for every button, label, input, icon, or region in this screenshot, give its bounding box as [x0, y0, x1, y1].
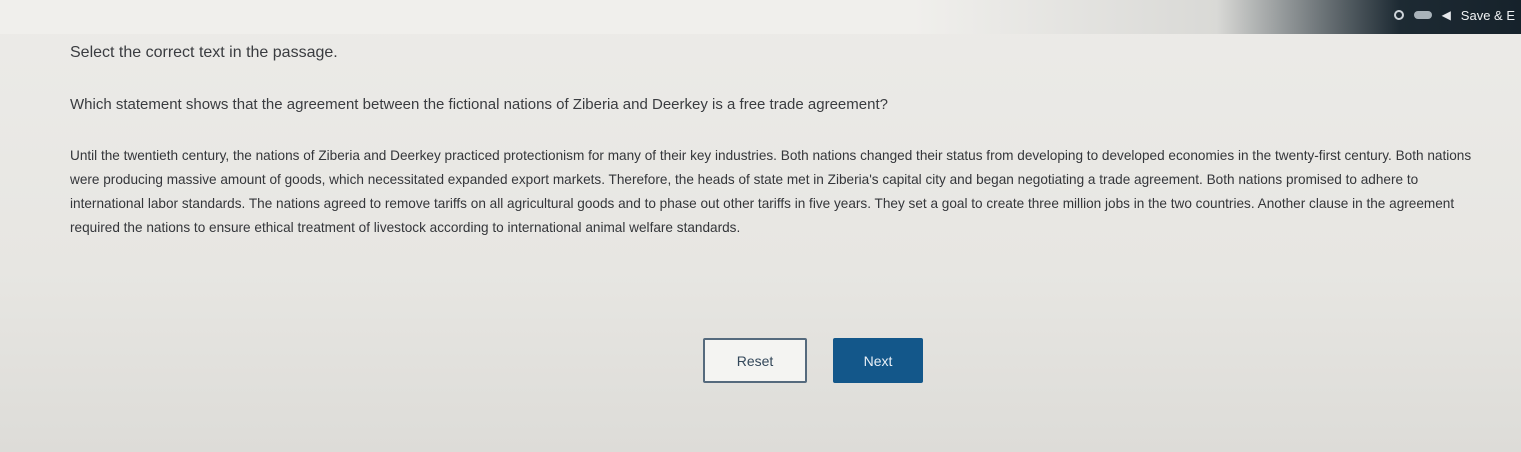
passage-sentence-4[interactable]: Therefore, the heads of state met in Zib…	[609, 172, 1203, 187]
instruction-text: Select the correct text in the passage.	[70, 44, 338, 61]
passage-sentence-2[interactable]: Both nations changed their status from d…	[781, 148, 1392, 163]
passage: Until the twentieth century, the nations…	[70, 144, 1490, 240]
next-button[interactable]: Next	[833, 338, 923, 383]
save-exit-button[interactable]: Save & E	[1461, 8, 1515, 23]
battery-icon	[1413, 11, 1432, 19]
save-icon: ◀	[1441, 8, 1451, 22]
passage-sentence-6[interactable]: The nations agreed to remove tariffs on …	[249, 196, 871, 211]
passage-sentence-1[interactable]: Until the twentieth century, the nations…	[70, 148, 777, 163]
action-buttons: Reset Next	[703, 338, 923, 383]
passage-sentence-7[interactable]: They set a goal to create three million …	[875, 196, 1255, 211]
question-text: Which statement shows that the agreement…	[70, 96, 888, 113]
reset-button[interactable]: Reset	[703, 338, 807, 383]
top-bar: ◀ Save & E	[0, 0, 1521, 34]
status-ring-icon	[1393, 10, 1404, 20]
header-controls: ◀ Save & E	[1393, 0, 1521, 30]
